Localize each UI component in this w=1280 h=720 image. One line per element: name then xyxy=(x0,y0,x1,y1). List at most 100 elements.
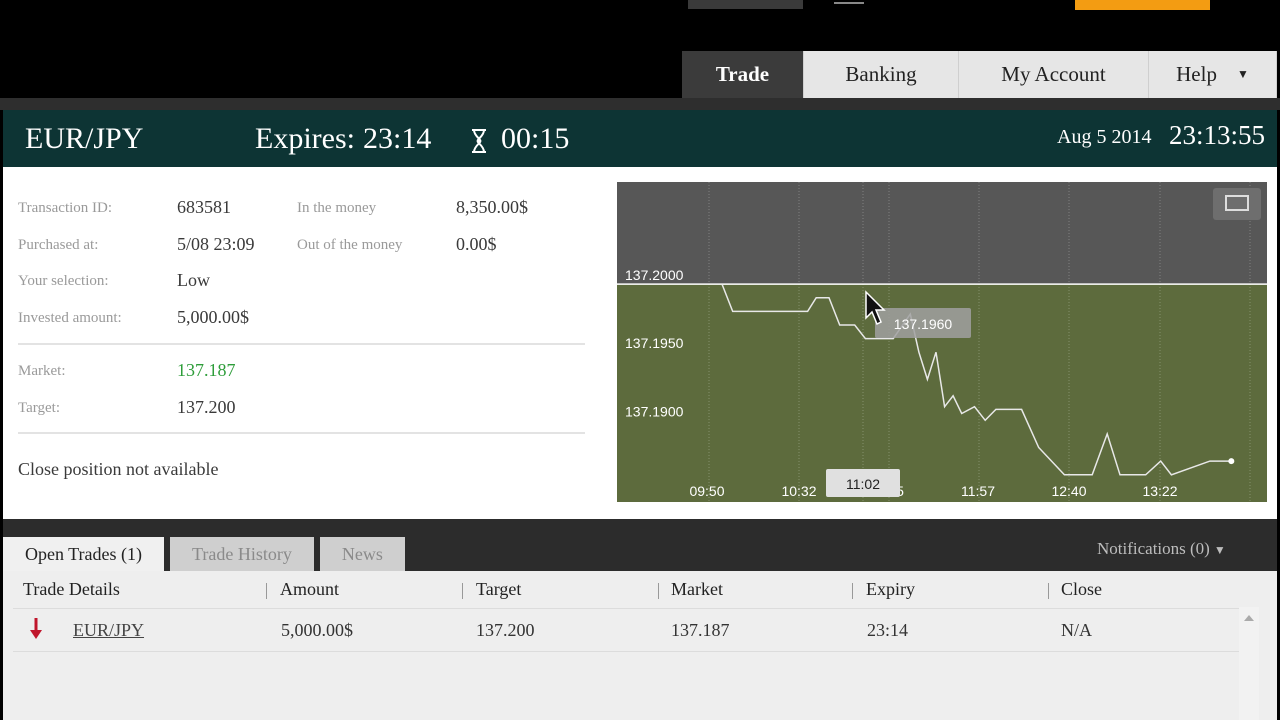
chart-maximize-button[interactable] xyxy=(1213,188,1261,220)
in-money-label-wrap: In the money xyxy=(297,199,376,217)
current-date: Aug 5 2014 xyxy=(1057,126,1152,148)
chevron-down-icon: ▼ xyxy=(1236,67,1249,81)
tab-trade-history-label: Trade History xyxy=(192,543,292,564)
top-partial-button[interactable] xyxy=(688,0,803,9)
chart-hover-time: 11:02 xyxy=(846,476,880,492)
price-chart[interactable]: 137.2000137.1950137.190009:5010:32511:57… xyxy=(617,182,1267,502)
scroll-up-icon[interactable] xyxy=(1243,613,1255,623)
expires-info: Expires: 23:14 xyxy=(255,122,431,156)
main-nav: Trade Banking My Account Help ▼ xyxy=(682,51,1277,98)
tab-trade-history[interactable]: Trade History xyxy=(170,537,314,571)
transaction-id: 683581 xyxy=(177,197,231,217)
in-money-wrap: 8,350.00$ xyxy=(456,197,528,218)
col-expiry[interactable]: Expiry xyxy=(866,579,915,600)
chart-y-tick: 137.1900 xyxy=(625,403,684,419)
tab-banking-label: Banking xyxy=(845,62,917,86)
open-trades-table: Trade Details Amount Target Market Expir… xyxy=(3,571,1277,720)
out-money-label-wrap: Out of the money xyxy=(297,236,402,254)
transaction-id-wrap: 683581 xyxy=(177,197,231,218)
section-divider xyxy=(0,98,1280,110)
market-wrap: 137.187 xyxy=(177,360,236,381)
tab-trade[interactable]: Trade xyxy=(682,51,804,98)
row-expiry: 23:14 xyxy=(867,620,909,640)
notifications-label: Notifications (0) xyxy=(1097,539,1210,558)
invested-label-wrap: Invested amount: xyxy=(18,309,122,327)
chevron-down-icon: ▼ xyxy=(1213,543,1226,557)
col-trade-details[interactable]: Trade Details xyxy=(23,579,120,600)
col-separator xyxy=(1048,583,1049,599)
target-label: Target: xyxy=(18,400,60,416)
row-close: N/A xyxy=(1061,620,1092,640)
col-separator xyxy=(852,583,853,599)
chart-bg-above-target xyxy=(617,182,1267,285)
invested-wrap: 5,000.00$ xyxy=(177,307,249,328)
col-close[interactable]: Close xyxy=(1061,579,1102,600)
selection-value: Low xyxy=(177,270,210,290)
out-money-wrap: 0.00$ xyxy=(456,234,497,255)
tab-news-label: News xyxy=(341,543,383,564)
countdown: 00:15 xyxy=(501,122,570,155)
tab-banking[interactable]: Banking xyxy=(804,51,959,98)
selection-label-wrap: Your selection: xyxy=(18,272,109,290)
chart-y-tick: 137.2000 xyxy=(625,267,684,283)
tab-help-label: Help xyxy=(1176,62,1217,86)
selection-label: Your selection: xyxy=(18,273,109,289)
details-divider-2 xyxy=(18,432,585,434)
chart-x-tick: 10:32 xyxy=(781,483,816,499)
purchased-label: Purchased at: xyxy=(18,237,99,253)
market-label-wrap: Market: xyxy=(18,362,65,380)
expires-time: 23:14 xyxy=(362,122,432,155)
notifications-dropdown[interactable]: Notifications (0) ▼ xyxy=(1097,539,1226,559)
col-separator xyxy=(462,583,463,599)
table-row[interactable]: EUR/JPY 5,000.00$ 137.200 137.187 23:14 … xyxy=(13,608,1239,652)
purchased-value: 5/08 23:09 xyxy=(177,234,255,254)
hourglass-icon xyxy=(472,129,486,153)
col-separator xyxy=(266,583,267,599)
tab-trade-label: Trade xyxy=(715,62,770,86)
table-header: Trade Details Amount Target Market Expir… xyxy=(3,571,1277,607)
purchased-label-wrap: Purchased at: xyxy=(18,236,98,254)
transaction-id-label: Transaction ID: xyxy=(18,200,113,216)
tab-my-account[interactable]: My Account xyxy=(959,51,1149,98)
close-position-note: Close position not available xyxy=(18,459,219,479)
chart-x-tick: 09:50 xyxy=(689,483,724,499)
market-value: 137.187 xyxy=(177,360,236,380)
top-partial-icon xyxy=(834,0,864,4)
tab-help[interactable]: Help ▼ xyxy=(1149,51,1277,98)
chart-y-tick: 137.1950 xyxy=(625,335,684,351)
row-market: 137.187 xyxy=(671,620,730,640)
trades-section: Open Trades (1) Trade History News Notif… xyxy=(3,519,1277,720)
purchased-wrap: 5/08 23:09 xyxy=(177,234,255,255)
out-money-value: 0.00$ xyxy=(456,234,497,254)
row-asset: EUR/JPY xyxy=(73,620,145,640)
current-time: 23:13:55 xyxy=(1169,120,1266,150)
target-value: 137.200 xyxy=(177,397,236,417)
chart-last-point xyxy=(1228,458,1235,465)
details-divider xyxy=(18,343,585,345)
out-money-label: Out of the money xyxy=(297,237,403,253)
top-orange-button[interactable] xyxy=(1075,0,1210,10)
col-market[interactable]: Market xyxy=(671,579,723,600)
scrollbar[interactable] xyxy=(1239,607,1259,720)
trade-details-panel: Transaction ID: 683581 In the money 8,35… xyxy=(3,167,1277,519)
target-label-wrap: Target: xyxy=(18,399,60,417)
invested-value: 5,000.00$ xyxy=(177,307,249,327)
chart-x-tick: 13:22 xyxy=(1142,483,1177,499)
target-wrap: 137.200 xyxy=(177,397,236,418)
asset-header: EUR/JPY Expires: 23:14 00:15 Aug 5 2014 2… xyxy=(3,110,1277,167)
row-amount: 5,000.00$ xyxy=(281,620,353,640)
arrow-down-icon xyxy=(30,618,42,639)
tab-my-account-label: My Account xyxy=(1001,62,1106,86)
chart-x-tick: 12:40 xyxy=(1051,483,1086,499)
col-target[interactable]: Target xyxy=(476,579,521,600)
expires-label: Expires: xyxy=(255,122,355,155)
tab-news[interactable]: News xyxy=(319,537,405,571)
tab-open-trades[interactable]: Open Trades (1) xyxy=(3,537,164,571)
row-asset-link[interactable]: EUR/JPY xyxy=(73,620,144,641)
selection-wrap: Low xyxy=(177,270,210,291)
tab-open-trades-label: Open Trades (1) xyxy=(25,543,142,564)
in-money-label: In the money xyxy=(297,200,377,216)
asset-name: EUR/JPY xyxy=(25,122,144,155)
col-amount[interactable]: Amount xyxy=(280,579,339,600)
col-separator xyxy=(658,583,659,599)
